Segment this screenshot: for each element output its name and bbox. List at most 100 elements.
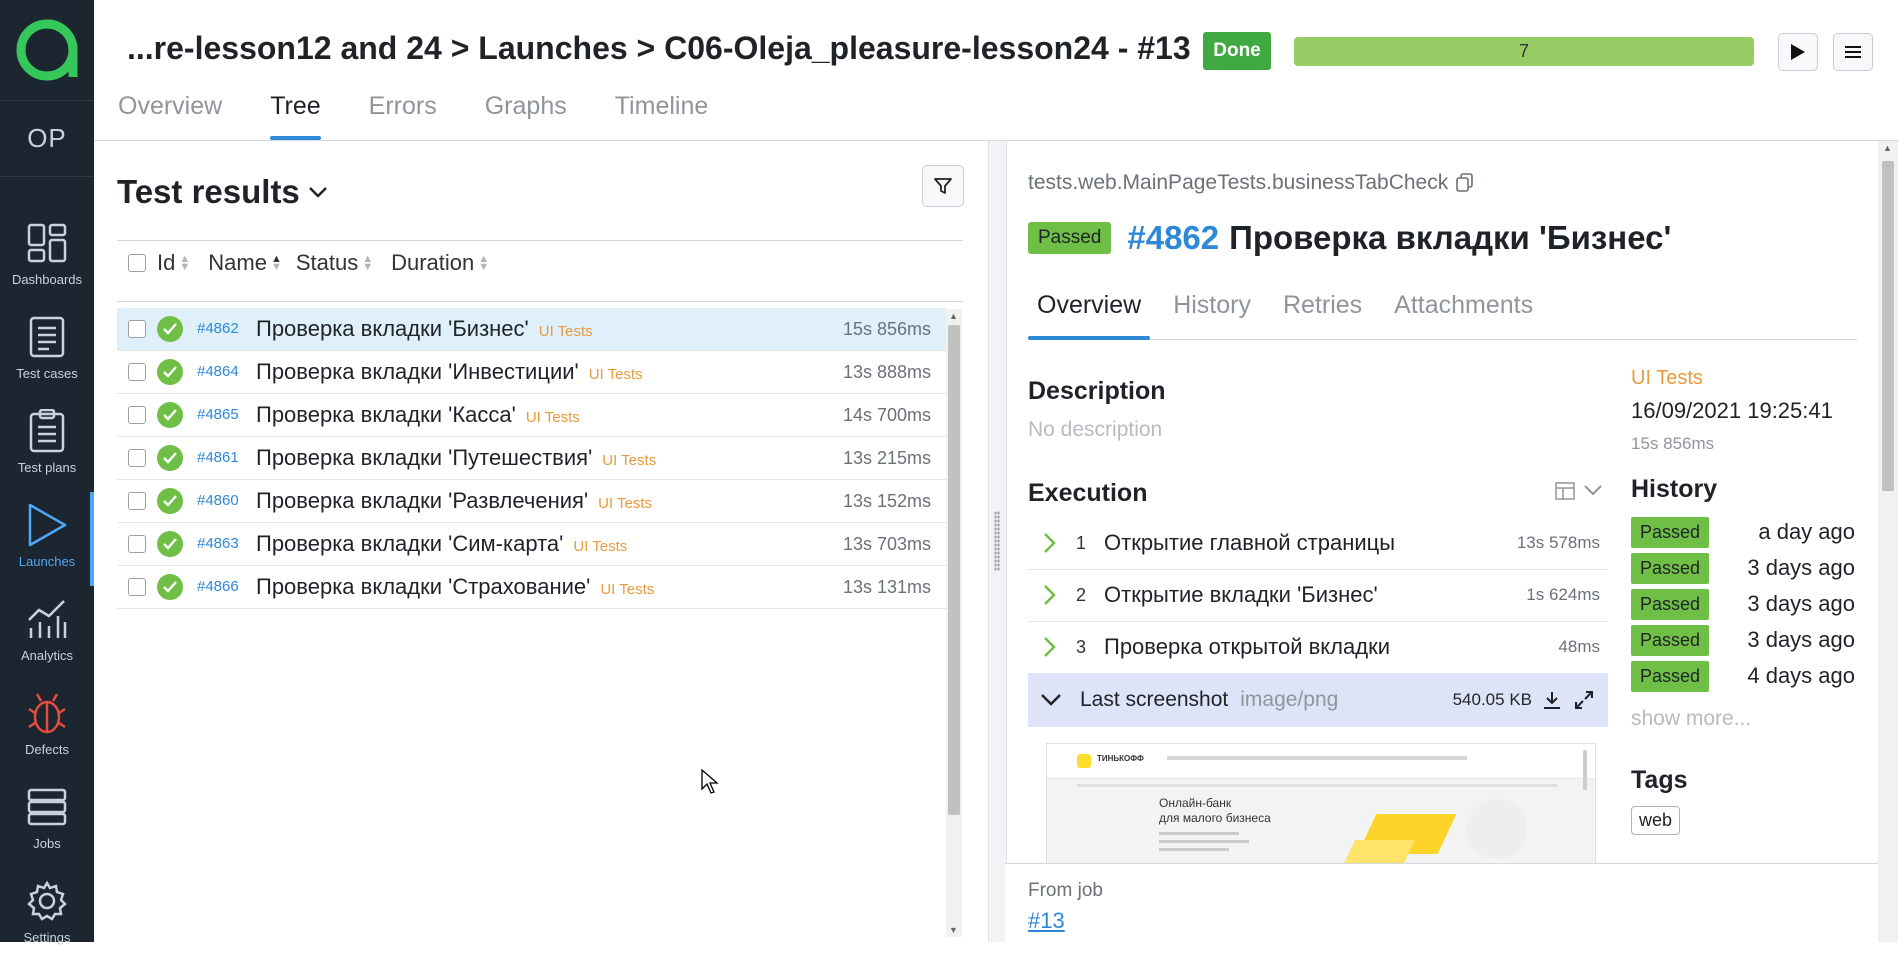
expand-icon[interactable]	[1574, 690, 1594, 710]
sort-icon[interactable]: ▲ ▼	[362, 254, 373, 273]
tab-retries[interactable]: Retries	[1274, 291, 1371, 339]
allure-logo-icon	[16, 19, 78, 81]
suite-link[interactable]: UI Tests	[1631, 367, 1703, 390]
test-id: #4863	[197, 535, 239, 552]
test-duration: 15s 856ms	[1631, 434, 1715, 453]
breadcrumb[interactable]: ...re-lesson12 and 24 > Launches > C06-O…	[127, 30, 1191, 67]
sidebar-item-dashboards[interactable]: Dashboards	[0, 210, 94, 304]
sidebar-item-jobs[interactable]: Jobs	[0, 774, 94, 868]
screenshot-preview[interactable]: ТИНЬКОФФ Онлайн-банк для малого бизнеса	[1046, 743, 1596, 875]
table-row[interactable]: #4862 Проверка вкладки 'Бизнес' UI Tests …	[117, 308, 947, 351]
step-name: Проверка открытой вкладки	[1104, 634, 1390, 659]
execution-step[interactable]: 2 Открытие вкладки 'Бизнес' 1s 624ms	[1028, 569, 1608, 622]
sidebar-item-defects[interactable]: Defects	[0, 680, 94, 774]
column-name[interactable]: Name	[208, 250, 267, 276]
history-item[interactable]: Passed a day ago	[1631, 515, 1855, 549]
test-date: 16/09/2021 19:25:41	[1631, 398, 1833, 423]
filter-button[interactable]	[922, 165, 964, 207]
row-checkbox[interactable]	[128, 320, 146, 338]
from-job-link[interactable]: #13	[1028, 908, 1065, 934]
sort-icon[interactable]: ▲ ▼	[271, 254, 282, 273]
download-icon[interactable]	[1542, 690, 1562, 710]
sidebar-item-analytics[interactable]: Analytics	[0, 586, 94, 680]
passed-check-icon	[157, 445, 183, 471]
row-checkbox[interactable]	[128, 449, 146, 467]
tab-overview[interactable]: Overview	[118, 92, 222, 140]
table-row[interactable]: #4865 Проверка вкладки 'Касса' UI Tests 1…	[117, 394, 947, 437]
tag-chip[interactable]: web	[1631, 806, 1681, 835]
test-duration: 13s 888ms	[842, 362, 931, 382]
history-item[interactable]: Passed 3 days ago	[1631, 587, 1855, 621]
detail-scrollbar[interactable]: ▲	[1878, 141, 1898, 942]
select-all-checkbox[interactable]	[128, 254, 146, 272]
tab-errors[interactable]: Errors	[369, 92, 437, 140]
sort-icon[interactable]: ▲ ▼	[179, 254, 190, 273]
table-header: Id ▲ ▼ Name ▲ ▼ Status ▲ ▼ Duration ▲ ▼	[117, 243, 489, 283]
row-checkbox[interactable]	[128, 406, 146, 424]
row-checkbox[interactable]	[128, 492, 146, 510]
tab-graphs[interactable]: Graphs	[485, 92, 567, 140]
attachment-row[interactable]: Last screenshot image/png 540.05 KB	[1028, 673, 1608, 727]
test-path-text: tests.web.MainPageTests.businessTabCheck	[1028, 171, 1449, 194]
project-switcher[interactable]: OP	[0, 100, 94, 177]
table-row[interactable]: #4866 Проверка вкладки 'Страхование' UI T…	[117, 566, 947, 609]
column-status[interactable]: Status	[296, 250, 358, 276]
execution-step[interactable]: 1 Открытие главной страницы 13s 578ms	[1028, 517, 1608, 570]
from-job-label: From job	[1028, 880, 1103, 901]
history-time: 4 days ago	[1747, 663, 1855, 688]
row-checkbox[interactable]	[128, 363, 146, 381]
sort-icon[interactable]: ▲ ▼	[478, 254, 489, 273]
progress-count: 7	[1518, 41, 1529, 61]
history-item[interactable]: Passed 4 days ago	[1631, 659, 1855, 693]
history-item[interactable]: Passed 3 days ago	[1631, 551, 1855, 585]
launch-progress-bar: 7	[1294, 37, 1754, 66]
history-time: 3 days ago	[1747, 555, 1855, 580]
table-row[interactable]: #4860 Проверка вкладки 'Развлечения' UI T…	[117, 480, 947, 523]
sidebar-item-label: Analytics	[20, 648, 74, 663]
copy-icon[interactable]	[1456, 173, 1474, 193]
run-button[interactable]	[1778, 33, 1818, 71]
row-checkbox[interactable]	[128, 578, 146, 596]
step-number: 3	[1076, 636, 1087, 657]
execution-step[interactable]: 3 Проверка открытой вкладки 48ms	[1028, 621, 1608, 674]
sidebar-item-settings[interactable]: Settings	[0, 868, 94, 962]
tab-attachments[interactable]: Attachments	[1385, 291, 1542, 339]
show-more-link[interactable]: show more...	[1631, 707, 1751, 731]
test-results-dropdown[interactable]: Test results	[117, 173, 328, 211]
history-status-badge: Passed	[1631, 588, 1710, 620]
passed-check-icon	[157, 531, 183, 557]
table-row[interactable]: #4863 Проверка вкладки 'Сим-карта' UI Tes…	[117, 523, 947, 566]
description-text: No description	[1028, 418, 1163, 441]
scrollbar-thumb[interactable]	[948, 325, 960, 815]
column-id[interactable]: Id	[157, 250, 175, 276]
test-detail-panel: tests.web.MainPageTests.businessTabCheck…	[1005, 141, 1878, 943]
table-row[interactable]: #4861 Проверка вкладки 'Путешествия' UI T…	[117, 437, 947, 480]
sidebar-item-label: Test plans	[17, 460, 77, 475]
row-checkbox[interactable]	[128, 535, 146, 553]
app-logo[interactable]	[0, 0, 94, 101]
tab-overview[interactable]: Overview	[1028, 291, 1151, 340]
step-duration: 48ms	[1558, 637, 1600, 656]
sidebar-item-label: Defects	[24, 742, 70, 757]
test-heading: Passed #4862 Проверка вкладки 'Бизнес'	[1028, 219, 1671, 257]
screenshot-heading: Онлайн-банк для малого бизнеса	[1159, 796, 1271, 825]
table-row[interactable]: #4864 Проверка вкладки 'Инвестиции' UI Te…	[117, 351, 947, 394]
tab-history[interactable]: History	[1164, 291, 1260, 339]
tab-tree[interactable]: Tree	[270, 92, 322, 140]
scrollbar-thumb[interactable]	[1882, 161, 1894, 491]
test-duration: 13s 703ms	[842, 534, 931, 554]
list-scrollbar[interactable]: ▲ ▼	[946, 309, 962, 937]
sidebar-item-test-plans[interactable]: Test plans	[0, 398, 94, 492]
sidebar-item-test-cases[interactable]: Test cases	[0, 304, 94, 398]
test-suite-tag: UI Tests	[525, 409, 580, 426]
chevron-down-icon[interactable]	[1583, 483, 1603, 497]
sidebar-item-launches[interactable]: Launches	[0, 492, 94, 586]
step-name: Открытие вкладки 'Бизнес'	[1104, 582, 1378, 607]
dashboards-icon	[22, 218, 72, 268]
test-id: #4862	[1127, 219, 1220, 256]
column-duration[interactable]: Duration	[391, 250, 474, 276]
menu-button[interactable]	[1833, 33, 1873, 71]
history-item[interactable]: Passed 3 days ago	[1631, 623, 1855, 657]
layout-icon[interactable]	[1555, 481, 1575, 501]
tab-timeline[interactable]: Timeline	[615, 92, 709, 140]
